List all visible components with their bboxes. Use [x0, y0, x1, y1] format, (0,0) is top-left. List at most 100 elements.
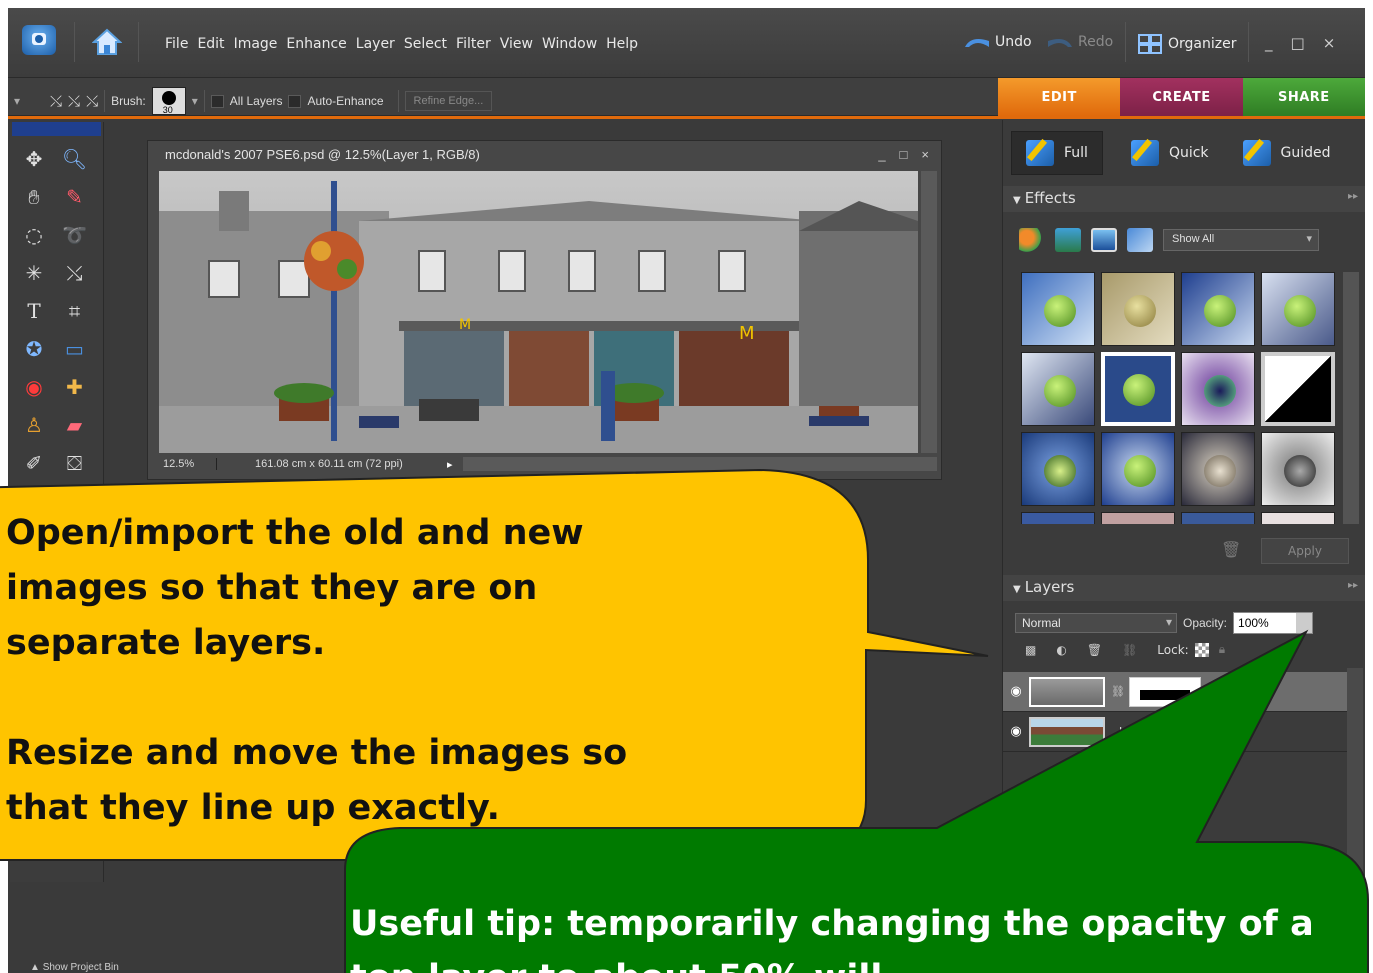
effect-thumb[interactable]: [1101, 272, 1175, 346]
hand-tool-icon[interactable]: ✋︎: [16, 182, 52, 212]
lasso-tool-icon[interactable]: ➰: [57, 220, 93, 250]
doc-minimize-icon[interactable]: _: [878, 147, 885, 162]
clone-stamp-tool-icon[interactable]: ♙: [16, 410, 52, 440]
quick-selection-tool-icon[interactable]: ⤯: [57, 258, 93, 288]
brush-tool-icon[interactable]: ✐: [16, 448, 52, 478]
home-icon[interactable]: [92, 28, 122, 56]
mode-guided[interactable]: Guided: [1229, 131, 1345, 175]
lock-transparent-icon[interactable]: [1194, 642, 1209, 657]
document-vertical-scrollbar[interactable]: [921, 171, 937, 453]
effect-thumb[interactable]: [1181, 432, 1255, 506]
menu-layer[interactable]: Layer: [356, 36, 402, 52]
effect-thumb[interactable]: [1021, 432, 1095, 506]
menu-view[interactable]: View: [500, 36, 540, 52]
lock-all-icon[interactable]: 🔒︎: [1219, 642, 1225, 657]
effect-thumb[interactable]: [1181, 512, 1255, 524]
layers-panel-header[interactable]: ▼ Layers ▸▸: [1003, 575, 1365, 601]
delete-effect-icon[interactable]: 🗑︎: [1221, 540, 1241, 559]
tab-create[interactable]: CREATE: [1120, 78, 1243, 116]
blend-mode-select[interactable]: Normal: [1015, 613, 1177, 633]
effect-thumb[interactable]: [1261, 512, 1335, 524]
red-eye-tool-icon[interactable]: ◉: [16, 372, 52, 402]
tab-share[interactable]: SHARE: [1242, 78, 1365, 116]
all-effects-icon[interactable]: [1127, 228, 1153, 252]
new-layer-icon[interactable]: ▩: [1025, 643, 1036, 657]
menu-enhance[interactable]: Enhance: [286, 36, 353, 52]
effect-thumb[interactable]: [1261, 352, 1335, 426]
panel-menu-icon[interactable]: ▸▸: [1348, 191, 1358, 202]
menu-edit[interactable]: Edit: [197, 36, 231, 52]
cookie-cutter-tool-icon[interactable]: ✪: [16, 334, 52, 364]
layer-styles-icon[interactable]: [1055, 228, 1081, 252]
visibility-eye-icon[interactable]: ◉: [1003, 724, 1029, 739]
subtract-selection-icon[interactable]: ⤯: [86, 93, 98, 110]
effect-thumb[interactable]: [1181, 352, 1255, 426]
apply-button[interactable]: Apply: [1261, 538, 1349, 564]
maximize-icon[interactable]: □: [1291, 34, 1305, 52]
type-tool-icon[interactable]: T: [16, 296, 52, 326]
tab-edit[interactable]: EDIT: [998, 78, 1121, 116]
filters-icon[interactable]: [1019, 228, 1045, 252]
effects-filter-select[interactable]: Show All: [1163, 229, 1319, 251]
healing-brush-tool-icon[interactable]: ✚: [57, 372, 93, 402]
marquee-tool-icon[interactable]: ◌: [16, 220, 52, 250]
eyedropper-tool-icon[interactable]: ✎: [57, 182, 93, 212]
link-layers-icon[interactable]: ⛓︎: [1122, 643, 1137, 657]
redo-button[interactable]: Redo: [1046, 34, 1113, 50]
status-menu-icon[interactable]: ▸: [447, 458, 453, 471]
opacity-input[interactable]: 100%: [1233, 612, 1314, 634]
straighten-tool-icon[interactable]: ▭: [57, 334, 93, 364]
effect-thumb[interactable]: [1101, 432, 1175, 506]
close-icon[interactable]: ×: [1323, 34, 1336, 52]
layer-row[interactable]: ◉ Layer: [1003, 712, 1347, 752]
layer-mask-thumbnail[interactable]: [1128, 676, 1201, 707]
magic-wand-tool-icon[interactable]: ✳: [16, 258, 52, 288]
document-horizontal-scrollbar[interactable]: [462, 457, 937, 471]
eraser-tool-icon[interactable]: ▰: [57, 410, 93, 440]
brush-dropdown-icon[interactable]: ▾: [192, 94, 198, 108]
effect-thumb[interactable]: [1021, 352, 1095, 426]
panel-menu-icon[interactable]: ▸▸: [1348, 580, 1358, 591]
move-tool-icon[interactable]: ✥: [16, 144, 52, 174]
show-project-bin[interactable]: ▲ Show Project Bin: [30, 962, 119, 973]
menu-select[interactable]: Select: [404, 36, 454, 52]
effect-thumb[interactable]: [1021, 272, 1095, 346]
effect-thumb[interactable]: [1261, 272, 1335, 346]
organizer-button[interactable]: Organizer: [1138, 34, 1236, 54]
effect-thumb[interactable]: [1261, 432, 1335, 506]
paint-bucket-tool-icon[interactable]: ⛋: [57, 448, 93, 478]
auto-enhance-checkbox[interactable]: [288, 94, 302, 108]
effects-panel-header[interactable]: ▼ Effects ▸▸: [1003, 186, 1365, 212]
zoom-tool-icon[interactable]: 🔍︎: [57, 144, 93, 174]
effect-thumb[interactable]: [1021, 512, 1095, 524]
add-selection-icon[interactable]: ⤯: [68, 93, 80, 110]
menu-filter[interactable]: Filter: [456, 36, 498, 52]
all-layers-checkbox[interactable]: [210, 94, 224, 108]
menu-image[interactable]: Image: [234, 36, 285, 52]
brush-picker[interactable]: 30: [151, 87, 186, 115]
delete-layer-icon[interactable]: 🗑︎: [1087, 643, 1102, 657]
mode-full[interactable]: Full: [1011, 131, 1103, 175]
menu-help[interactable]: Help: [606, 36, 645, 52]
image-canvas[interactable]: M M: [159, 171, 918, 453]
mode-quick[interactable]: Quick: [1117, 131, 1223, 175]
visibility-eye-icon[interactable]: ◉: [1003, 684, 1029, 699]
menu-file[interactable]: File: [165, 36, 195, 52]
doc-maximize-icon[interactable]: □: [900, 147, 908, 162]
refine-edge-button[interactable]: Refine Edge...: [404, 91, 493, 111]
options-menu-icon[interactable]: ▾: [14, 94, 20, 108]
crop-tool-icon[interactable]: ⌗: [57, 296, 93, 326]
effects-scrollbar[interactable]: [1343, 272, 1359, 524]
effect-thumb[interactable]: [1101, 512, 1175, 524]
effect-thumb[interactable]: [1181, 272, 1255, 346]
layer-row[interactable]: ◉ ⛓︎: [1003, 672, 1347, 712]
adjustment-layer-icon[interactable]: ◐: [1056, 643, 1066, 657]
quick-selection-icon[interactable]: ⤯: [50, 93, 62, 110]
minimize-icon[interactable]: _: [1265, 34, 1273, 52]
doc-close-icon[interactable]: ×: [921, 147, 929, 162]
app-logo-icon[interactable]: [22, 25, 56, 55]
menu-window[interactable]: Window: [542, 36, 604, 52]
toolbox-header[interactable]: [12, 122, 101, 136]
effect-thumb[interactable]: [1101, 352, 1175, 426]
undo-button[interactable]: Undo: [963, 34, 1032, 50]
